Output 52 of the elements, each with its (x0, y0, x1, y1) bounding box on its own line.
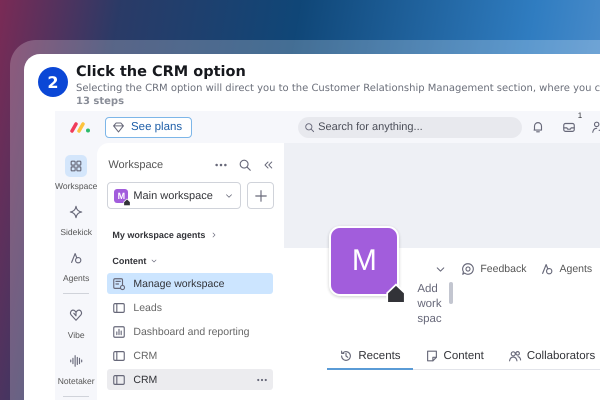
history-icon (339, 349, 354, 363)
steps-count: 13 steps (76, 96, 126, 108)
collapse-icon (262, 159, 274, 171)
scrollbar-thumb[interactable] (449, 282, 454, 304)
rail-item[interactable]: Agents (62, 247, 90, 283)
chevron-down-icon (150, 257, 158, 265)
people-icon (508, 349, 522, 363)
grid-icon (69, 159, 84, 173)
dashboard-icon (112, 324, 126, 338)
description-hint[interactable]: Add workspac (417, 282, 446, 327)
workspace-dropdown[interactable]: M Main workspace (107, 182, 242, 209)
inbox-icon (562, 120, 576, 134)
agents-link[interactable]: My workspace agents (112, 230, 218, 240)
waveform-icon (69, 354, 84, 368)
notification-count: 1 (578, 111, 582, 120)
rail-item[interactable]: Vibe (65, 304, 88, 340)
search-icon (238, 158, 252, 172)
document-icon (424, 349, 439, 363)
sidebar-item[interactable]: Manage workspace (107, 273, 274, 294)
sidebar-item[interactable]: CRM (107, 369, 274, 390)
search-field[interactable]: Search for anything... (298, 116, 522, 138)
board-icon (112, 300, 126, 314)
plus-icon (254, 188, 268, 202)
chat-icon (461, 262, 476, 276)
logo-icon (70, 121, 92, 133)
rail-item[interactable]: Notetaker (58, 350, 95, 386)
tab[interactable]: Content (412, 349, 496, 370)
sidebar-title: Workspace (108, 159, 164, 171)
agents-icon (540, 262, 554, 276)
step-description: Selecting the CRM option will direct you to the Customer Relationship Management section, where you c (76, 82, 600, 96)
see-plans-button[interactable]: See plans (105, 116, 192, 138)
add-button[interactable] (247, 182, 274, 209)
tab[interactable]: Recents (327, 349, 413, 370)
rail-item[interactable]: Workspace (55, 155, 98, 191)
agents-icon (69, 251, 84, 265)
heart-icon (69, 308, 84, 322)
sidebar-item[interactable]: Dashboard and reporting (107, 321, 274, 342)
tab[interactable]: Collaborators (496, 349, 600, 370)
step-number-badge: 2 (38, 67, 68, 97)
sidebar-item[interactable]: Leads (107, 297, 274, 318)
board-icon (112, 372, 126, 386)
manage-icon (112, 276, 126, 290)
board-icon (112, 348, 126, 362)
sidebar-item[interactable]: CRM (107, 345, 274, 366)
home-icon (123, 198, 132, 206)
step-title: Click the CRM option (76, 64, 247, 81)
action-link[interactable]: Feedback (461, 262, 526, 276)
content-section-toggle[interactable]: Content (112, 256, 158, 266)
rail-item[interactable]: Sidekick (60, 201, 92, 237)
action-link[interactable]: Agents (540, 262, 592, 276)
diamond-icon (112, 120, 125, 134)
sparkle-icon (69, 205, 84, 219)
